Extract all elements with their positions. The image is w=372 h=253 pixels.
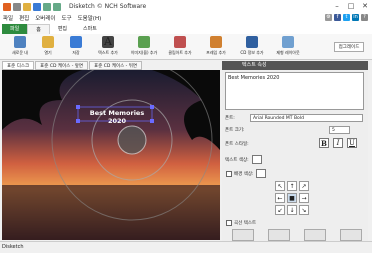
help-icon[interactable]: ? — [361, 14, 368, 21]
add-cd-info-button[interactable]: CD 정보 추가 — [234, 34, 270, 59]
background-color-checkbox[interactable] — [226, 171, 232, 177]
menu-file[interactable]: 파일 — [3, 14, 13, 22]
status-bar: Disketch — [0, 241, 372, 253]
title-bar: Disketch © NCH Software – □ ✕ — [0, 0, 372, 13]
new-disk-button[interactable]: 새로운 내 — [6, 34, 34, 59]
tab-home[interactable]: 홈 — [27, 24, 50, 34]
linkedin-icon[interactable]: in — [352, 14, 359, 21]
align-bottom-right-button[interactable]: ↘ — [299, 205, 309, 215]
background-color-label: 배경 색상: — [234, 172, 254, 177]
tab-file[interactable]: 파일 — [2, 24, 28, 34]
add-clipart-button[interactable]: 클립아트 추가 — [162, 34, 198, 59]
minimize-button[interactable]: – — [330, 0, 344, 13]
tab-cd-case-front[interactable]: 표준 CD 케이스 - 앞면 — [35, 61, 89, 70]
align-bottom-button[interactable]: ↓ — [287, 205, 297, 215]
add-text-button[interactable]: A 텍스트 추가 — [90, 34, 126, 59]
align-center-button[interactable]: ■ — [287, 193, 297, 203]
add-frame-button[interactable]: 프레임 추가 — [198, 34, 234, 59]
font-select[interactable]: Arial Rounded MT Bold — [250, 114, 363, 122]
align-right-button[interactable]: → — [299, 193, 309, 203]
align-top-left-button[interactable]: ↖ — [275, 181, 285, 191]
tab-cd-case-back[interactable]: 표준 CD 케이스 - 뒤면 — [89, 61, 143, 70]
canvas-text[interactable]: Best Memories 2020 — [82, 109, 152, 125]
font-size-label: 폰트 크기: — [225, 128, 245, 133]
save-button[interactable]: 저장 — [62, 34, 90, 59]
alignment-grid: ↖ ↑ ↗ ← ■ → ↙ ↓ ↘ — [275, 181, 309, 215]
send-to-back-button[interactable] — [340, 229, 362, 241]
bring-to-front-button[interactable] — [304, 229, 326, 241]
layout-button[interactable]: 제형 레이아웃 — [270, 34, 306, 59]
font-style-label: 폰트 스타일: — [225, 142, 249, 147]
text-color-swatch[interactable] — [252, 155, 262, 164]
window-title: Disketch © NCH Software — [69, 3, 147, 10]
tab-standard-disc[interactable]: 표준 디스크 — [2, 61, 35, 70]
open-icon[interactable] — [23, 2, 31, 11]
bring-forward-button[interactable] — [232, 229, 254, 241]
settings-icon[interactable]: ⚙ — [325, 14, 332, 21]
align-bottom-left-button[interactable]: ↙ — [275, 205, 285, 215]
send-backward-button[interactable] — [268, 229, 290, 241]
curved-text-label: 곡선 텍스트 — [234, 221, 257, 226]
align-top-button[interactable]: ↑ — [287, 181, 297, 191]
font-size-input[interactable]: 5 — [329, 126, 350, 134]
design-canvas[interactable]: Best Memories 2020 — [2, 70, 220, 240]
menu-edit[interactable]: 편집 — [19, 14, 29, 22]
tab-smart[interactable]: 스마트 — [75, 24, 105, 34]
text-icon: A — [102, 36, 114, 48]
upgrade-button[interactable]: 접그레이드 — [334, 42, 364, 52]
sunset-image — [2, 70, 220, 240]
social-links: ⚙ f t in ? — [325, 14, 368, 21]
curved-text-checkbox[interactable] — [226, 220, 232, 226]
bold-button[interactable]: B — [319, 138, 329, 148]
twitter-icon[interactable]: t — [343, 14, 350, 21]
underline-button[interactable]: U — [347, 138, 357, 148]
facebook-icon[interactable]: f — [334, 14, 341, 21]
open-button[interactable]: 열기 — [34, 34, 62, 59]
menu-bar: 파일 편집 오버레이 도구 도움말(H) — [0, 13, 372, 23]
align-top-right-button[interactable]: ↗ — [299, 181, 309, 191]
save-icon[interactable] — [33, 2, 41, 11]
align-left-button[interactable]: ← — [275, 193, 285, 203]
floppy-icon — [70, 36, 82, 48]
close-button[interactable]: ✕ — [358, 0, 372, 13]
image-icon — [138, 36, 150, 48]
text-color-label: 텍스트 색상: — [225, 158, 249, 163]
layout-icon — [282, 36, 294, 48]
font-label: 폰트: — [225, 116, 235, 121]
italic-button[interactable]: I — [333, 138, 343, 148]
app-icon — [3, 2, 11, 11]
menu-tools[interactable]: 도구 — [62, 14, 72, 22]
ribbon-toolbar: 새로운 내 열기 저장 A 텍스트 추가 이미지(을) 추가 클립아트 추가 프레… — [0, 34, 372, 60]
layout-tabs: 표준 디스크 표준 CD 케이스 - 앞면 표준 CD 케이스 - 뒤면 — [0, 61, 220, 70]
background-color-swatch[interactable] — [256, 169, 266, 178]
menu-overlay[interactable]: 오버레이 — [35, 14, 55, 22]
folder-icon — [42, 36, 54, 48]
add-image-button[interactable]: 이미지(을) 추가 — [126, 34, 162, 59]
redo-icon[interactable] — [53, 2, 61, 11]
new-disk-icon — [14, 36, 26, 48]
new-icon[interactable] — [13, 2, 21, 11]
cd-info-icon — [246, 36, 258, 48]
frame-icon — [210, 36, 222, 48]
maximize-button[interactable]: □ — [344, 0, 358, 13]
panel-header: 텍스트 속성 — [222, 61, 368, 70]
undo-icon[interactable] — [43, 2, 51, 11]
text-input[interactable]: Best Memories 2020 — [225, 72, 364, 110]
tab-edit[interactable]: 편집 — [50, 24, 75, 34]
menu-help[interactable]: 도움말(H) — [78, 14, 102, 22]
clipart-icon — [174, 36, 186, 48]
ribbon-tabs: 파일 홈 편집 스마트 — [0, 23, 372, 34]
quick-access-toolbar — [3, 2, 61, 11]
